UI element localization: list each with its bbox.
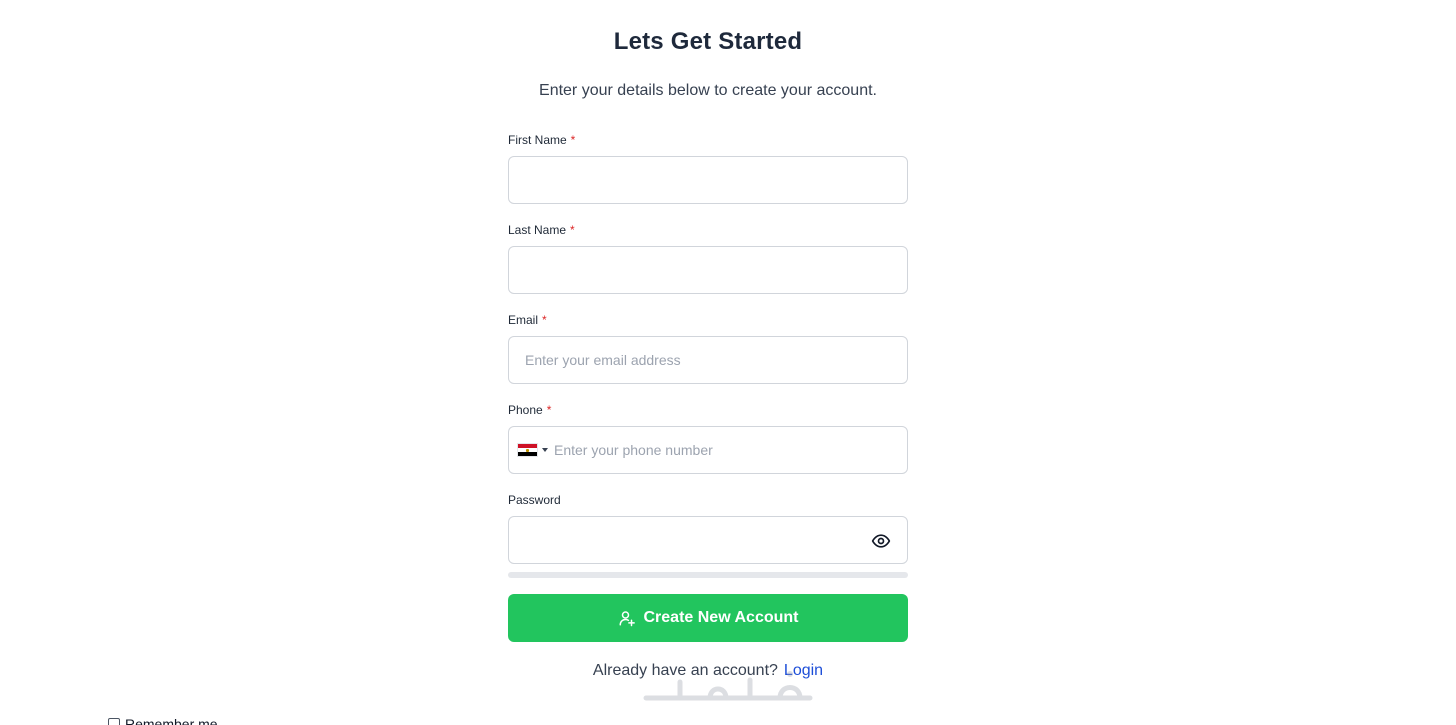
password-field[interactable] (508, 516, 908, 564)
required-mark: * (542, 313, 547, 327)
email-label-text: Email (508, 313, 539, 327)
first-name-field[interactable] (508, 156, 908, 204)
password-input[interactable] (525, 532, 891, 548)
caret-down-icon (542, 448, 548, 452)
signup-page: Lets Get Started Enter your details belo… (0, 0, 1456, 725)
last-name-input[interactable] (525, 262, 891, 278)
login-link[interactable]: Login (784, 662, 823, 679)
remember-me-label: Remember me (125, 716, 218, 725)
first-name-input[interactable] (525, 172, 891, 188)
remember-me[interactable]: Remember me (108, 716, 218, 725)
last-name-label: Last Name * (508, 223, 575, 237)
required-mark: * (570, 223, 575, 237)
email-input[interactable] (525, 352, 891, 368)
create-account-label: Create New Account (643, 609, 799, 626)
egypt-flag-icon (517, 443, 538, 457)
phone-input[interactable] (554, 442, 891, 458)
phone-label-text: Phone (508, 403, 543, 417)
remember-me-checkbox[interactable] (108, 718, 120, 725)
required-mark: * (546, 403, 552, 417)
phone-field[interactable] (508, 426, 908, 474)
login-prompt: Already have an account? (592, 662, 778, 679)
last-name-field[interactable] (508, 246, 908, 294)
first-name-label-text: First Name (508, 133, 567, 147)
password-label: Password (508, 493, 561, 507)
page-title: Lets Get Started (613, 28, 803, 55)
phone-label: Phone * (508, 403, 551, 417)
password-label-text: Password (508, 493, 561, 507)
last-name-label-text: Last Name (508, 223, 567, 237)
password-strength-bar (508, 572, 908, 578)
user-plus-icon (619, 611, 635, 627)
eye-icon[interactable] (871, 531, 891, 551)
required-mark: * (570, 133, 576, 147)
email-label: Email * (508, 313, 547, 327)
create-account-button[interactable]: Create New Account (508, 594, 908, 642)
first-name-label: First Name * (508, 133, 575, 147)
email-field[interactable] (508, 336, 908, 384)
page-subtitle: Enter your details below to create your … (539, 82, 877, 99)
country-code-select[interactable] (517, 443, 548, 457)
login-prompt-row: Already have an account? Login (508, 662, 908, 680)
